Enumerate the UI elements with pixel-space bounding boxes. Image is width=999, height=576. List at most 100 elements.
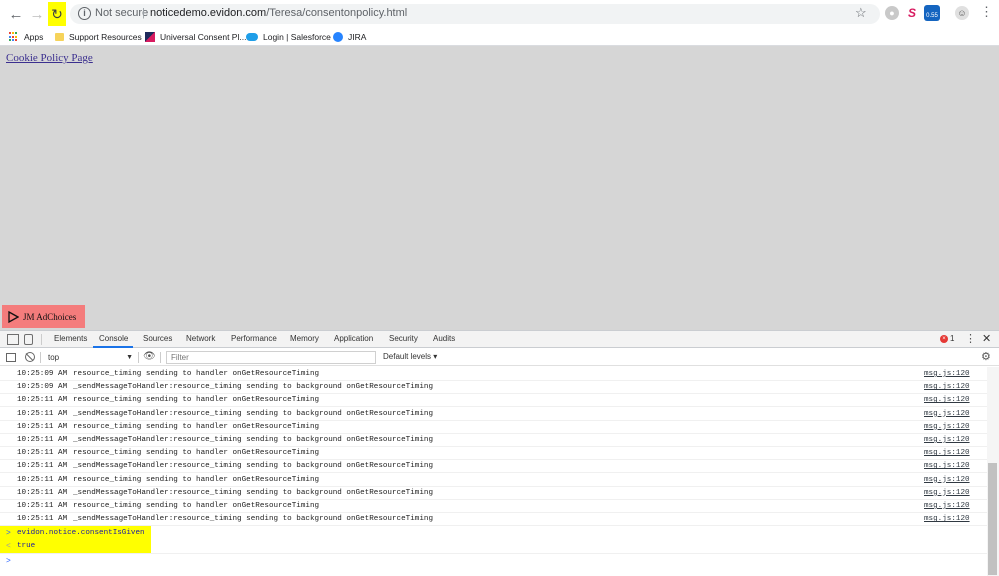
arrow-left-icon[interactable]: ←: [6, 4, 26, 24]
log-row: 10:25:11 AM _sendMessageToHandler:resourc…: [0, 487, 987, 500]
device-toolbar-icon[interactable]: [24, 334, 33, 345]
tab-security[interactable]: Security: [389, 334, 418, 343]
log-message: _sendMessageToHandler:resource_timing se…: [73, 383, 434, 392]
bookmark-salesforce[interactable]: Login | Salesforce: [246, 30, 331, 44]
log-row: 10:25:09 AM resource_timing sending to ha…: [0, 368, 987, 381]
gear-icon[interactable]: ⚙: [981, 350, 991, 363]
log-message: resource_timing sending to handler onGet…: [73, 422, 320, 431]
star-icon[interactable]: ☆: [855, 5, 867, 21]
close-icon[interactable]: ✕: [982, 332, 991, 345]
extension-globe-icon[interactable]: ●: [885, 6, 899, 20]
log-timestamp: 10:25:11 AM: [17, 462, 68, 471]
info-icon[interactable]: i: [78, 7, 91, 20]
bookmark-label: Support Resources: [69, 32, 142, 42]
log-source-link[interactable]: msg.js:120: [924, 474, 970, 487]
divider: [41, 334, 42, 345]
log-message: resource_timing sending to handler onGet…: [73, 502, 320, 510]
log-message: resource_timing sending to handler onGet…: [73, 370, 320, 378]
log-source-link[interactable]: msg.js:120: [924, 381, 970, 394]
log-source-link[interactable]: msg.js:120: [924, 500, 970, 513]
folder-icon: [55, 33, 64, 41]
scrollbar-thumb[interactable]: [988, 463, 997, 575]
log-source-link[interactable]: msg.js:120: [924, 434, 970, 447]
context-select[interactable]: top ▼: [45, 351, 135, 364]
devtools-panel: Elements Console Sources Network Perform…: [0, 330, 999, 576]
security-label[interactable]: Not secure: [95, 7, 148, 19]
chevron-right-icon: >: [6, 557, 11, 566]
inspect-element-icon[interactable]: [7, 334, 19, 345]
bookmark-universal-consent[interactable]: Universal Consent Pl...: [145, 30, 246, 44]
console-output[interactable]: 10:25:09 AM resource_timing sending to ha…: [0, 367, 999, 576]
log-levels-dropdown[interactable]: Default levels ▾: [383, 352, 437, 361]
adchoices-label: JM AdChoices: [23, 311, 77, 322]
log-message: _sendMessageToHandler:resource_timing se…: [73, 515, 434, 524]
reload-icon[interactable]: ↻: [48, 2, 66, 26]
devtools-tabbar: Elements Console Sources Network Perform…: [0, 331, 999, 348]
log-timestamp: 10:25:11 AM: [17, 396, 68, 405]
log-timestamp: 10:25:09 AM: [17, 383, 68, 392]
tab-audits[interactable]: Audits: [433, 334, 455, 343]
extension-badge-icon[interactable]: 0.55: [924, 5, 940, 21]
log-message: _sendMessageToHandler:resource_timing se…: [73, 409, 434, 418]
console-sidebar-icon[interactable]: [6, 353, 16, 362]
play-triangle-icon: [8, 310, 19, 323]
bookmark-support-resources[interactable]: Support Resources: [55, 30, 142, 44]
log-row: 10:25:11 AM resource_timing sending to ha…: [0, 474, 987, 487]
profile-avatar-icon[interactable]: ☺: [955, 6, 969, 20]
extension-s-icon[interactable]: S: [905, 6, 919, 20]
tab-performance[interactable]: Performance: [231, 334, 277, 343]
url-text[interactable]: noticedemo.evidon.com/Teresa/consentonpo…: [150, 7, 407, 19]
browser-menu-icon[interactable]: ⋮: [980, 5, 993, 19]
log-row: 10:25:11 AM resource_timing sending to ha…: [0, 394, 987, 408]
log-timestamp: 10:25:11 AM: [17, 436, 68, 444]
arrow-right-icon[interactable]: →: [27, 4, 47, 24]
log-source-link[interactable]: msg.js:120: [924, 447, 970, 460]
log-row: 10:25:11 AM _sendMessageToHandler:resourc…: [0, 434, 987, 447]
tab-elements[interactable]: Elements: [54, 334, 87, 343]
log-row: 10:25:11 AM resource_timing sending to ha…: [0, 421, 987, 434]
cookie-policy-link[interactable]: Cookie Policy Page: [6, 52, 93, 64]
log-source-link[interactable]: msg.js:120: [924, 408, 970, 421]
result-text: true: [17, 542, 36, 550]
tab-sources[interactable]: Sources: [143, 334, 172, 343]
log-source-link[interactable]: msg.js:120: [924, 394, 970, 407]
log-message: _sendMessageToHandler:resource_timing se…: [73, 436, 434, 444]
log-message: _sendMessageToHandler:resource_timing se…: [73, 488, 434, 497]
log-message: resource_timing sending to handler onGet…: [73, 396, 320, 405]
divider: [40, 352, 41, 363]
adchoices-button[interactable]: JM AdChoices: [2, 305, 85, 328]
log-row: 10:25:11 AM _sendMessageToHandler:resourc…: [0, 408, 987, 421]
url-path: /Teresa/consentonpolicy.html: [266, 7, 408, 19]
clear-console-icon[interactable]: [25, 352, 35, 362]
filter-input[interactable]: [166, 351, 376, 364]
tab-application[interactable]: Application: [334, 334, 373, 343]
bookmark-label: Apps: [24, 32, 44, 42]
log-source-link[interactable]: msg.js:120: [924, 368, 970, 381]
tab-console[interactable]: Console: [99, 334, 128, 343]
log-source-link[interactable]: msg.js:120: [924, 513, 970, 526]
error-counter[interactable]: × 1: [940, 334, 954, 343]
error-icon: ×: [940, 334, 948, 343]
eye-icon[interactable]: 👁: [143, 351, 156, 362]
salesforce-icon: [246, 33, 258, 41]
ucp-icon: [145, 32, 155, 42]
log-row: 10:25:11 AM resource_timing sending to ha…: [0, 447, 987, 461]
log-source-link[interactable]: msg.js:120: [924, 487, 970, 500]
log-timestamp: 10:25:11 AM: [17, 422, 68, 431]
divider: [0, 553, 987, 554]
log-source-link[interactable]: msg.js:120: [924, 460, 970, 473]
log-message: _sendMessageToHandler:resource_timing se…: [73, 462, 434, 471]
bookmark-apps[interactable]: Apps: [9, 30, 43, 44]
log-levels-label: Default levels: [383, 352, 432, 361]
bookmark-label: JIRA: [348, 32, 367, 42]
log-row: 10:25:09 AM _sendMessageToHandler:resourc…: [0, 381, 987, 395]
error-count: 1: [950, 334, 955, 343]
chevron-left-icon: <: [6, 542, 11, 551]
bookmarks-bar: Apps Support Resources Universal Consent…: [0, 27, 999, 46]
tab-network[interactable]: Network: [186, 334, 215, 343]
address-bar[interactable]: i Not secure | noticedemo.evidon.com/Ter…: [70, 4, 880, 24]
devtools-menu-icon[interactable]: ⋮: [965, 332, 976, 345]
tab-memory[interactable]: Memory: [290, 334, 319, 343]
log-source-link[interactable]: msg.js:120: [924, 421, 970, 434]
bookmark-jira[interactable]: JIRA: [333, 30, 366, 44]
